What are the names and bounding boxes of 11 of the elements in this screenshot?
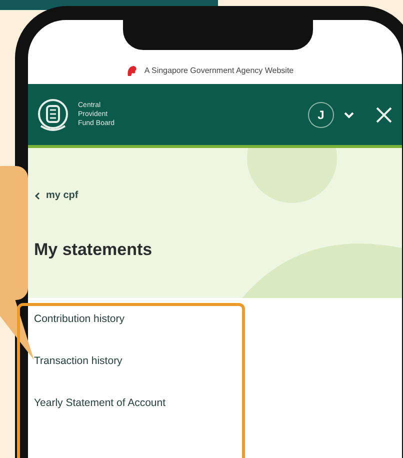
menu-item[interactable]: Transaction history	[34, 354, 402, 370]
caret-icon[interactable]	[344, 110, 354, 118]
back-link[interactable]: my cpf	[34, 188, 402, 203]
menu-item[interactable]: Contribution history	[34, 312, 402, 328]
chevron-left-icon	[34, 192, 40, 200]
menu-item[interactable]: Yearly Statement of Account	[34, 396, 402, 412]
gov-banner-text: A Singapore Government Agency Website	[144, 65, 294, 77]
avatar-button[interactable]: J	[308, 102, 334, 128]
page-title: My statements	[34, 239, 154, 261]
close-icon[interactable]	[376, 106, 392, 122]
lion-head-icon	[126, 65, 138, 77]
